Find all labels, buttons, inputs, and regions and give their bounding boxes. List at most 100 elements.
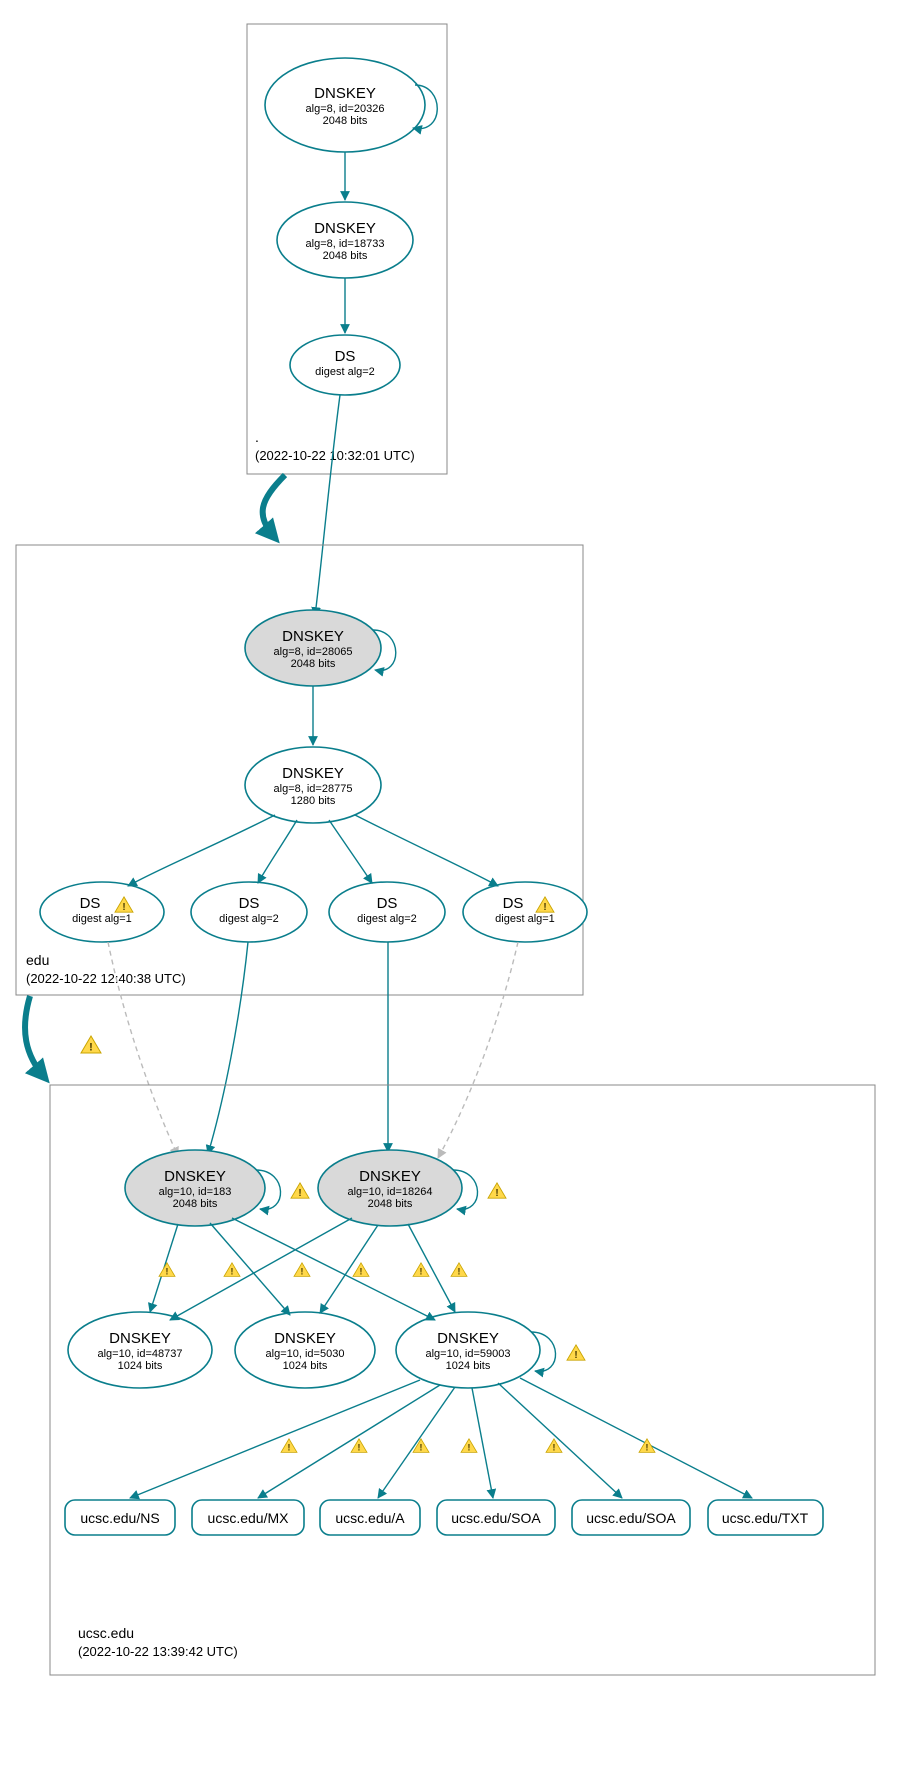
svg-text:2048 bits: 2048 bits: [173, 1198, 218, 1210]
svg-text:DNSKEY: DNSKEY: [437, 1330, 499, 1347]
delegation-arrow: [263, 475, 285, 538]
zone-ucsc-label: ucsc.edu: [78, 1625, 134, 1641]
zone-edu-label: edu: [26, 952, 49, 968]
warning-icon: [567, 1345, 585, 1361]
zone-edu: edu (2022-10-22 12:40:38 UTC) DNSKEY alg…: [16, 545, 587, 995]
node-edu-ds1[interactable]: DS digest alg=1: [40, 882, 164, 942]
svg-text:DS: DS: [503, 895, 524, 912]
edge: [258, 1385, 440, 1498]
node-edu-zsk[interactable]: DNSKEY alg=8, id=28775 1280 bits: [245, 747, 381, 823]
node-ucsc-zsk2[interactable]: DNSKEY alg=10, id=5030 1024 bits: [235, 1312, 375, 1388]
warning-icon: [281, 1439, 297, 1453]
rrset-mx[interactable]: ucsc.edu/MX: [192, 1500, 304, 1535]
rrset-txt[interactable]: ucsc.edu/TXT: [708, 1500, 823, 1535]
edge: [472, 1388, 493, 1498]
svg-text:1024 bits: 1024 bits: [283, 1360, 328, 1372]
edge: [210, 1223, 290, 1315]
svg-text:DNSKEY: DNSKEY: [282, 765, 344, 782]
node-edu-ds2[interactable]: DS digest alg=2: [191, 882, 307, 942]
svg-text:DNSKEY: DNSKEY: [109, 1330, 171, 1347]
warning-icon: [351, 1439, 367, 1453]
edge: [408, 1224, 455, 1312]
node-ucsc-ksk1[interactable]: DNSKEY alg=10, id=183 2048 bits: [125, 1150, 265, 1226]
edge: [232, 1218, 435, 1320]
svg-text:digest alg=1: digest alg=1: [72, 913, 132, 925]
svg-text:digest alg=2: digest alg=2: [219, 913, 279, 925]
svg-text:alg=10, id=18264: alg=10, id=18264: [347, 1186, 432, 1198]
svg-text:alg=10, id=59003: alg=10, id=59003: [425, 1348, 510, 1360]
node-root-ds[interactable]: DS digest alg=2: [290, 335, 400, 395]
warning-icon: [81, 1036, 101, 1054]
rrset-ns[interactable]: ucsc.edu/NS: [65, 1500, 175, 1535]
edge: [208, 942, 248, 1154]
warning-icon: [159, 1263, 175, 1277]
warning-icon: [413, 1439, 429, 1453]
node-ucsc-ksk2[interactable]: DNSKEY alg=10, id=18264 2048 bits: [318, 1150, 462, 1226]
edge: [520, 1378, 752, 1498]
svg-text:ucsc.edu/NS: ucsc.edu/NS: [80, 1510, 159, 1526]
svg-text:DNSKEY: DNSKEY: [359, 1168, 421, 1185]
edge: [355, 815, 498, 886]
node-edu-ds4[interactable]: DS digest alg=1: [463, 882, 587, 942]
rrset-soa2[interactable]: ucsc.edu/SOA: [572, 1500, 690, 1535]
svg-text:ucsc.edu/SOA: ucsc.edu/SOA: [451, 1510, 541, 1526]
svg-text:digest alg=1: digest alg=1: [495, 913, 555, 925]
edge: [378, 1387, 455, 1498]
warning-icon: [451, 1263, 467, 1277]
warning-icon: [413, 1263, 429, 1277]
svg-text:DS: DS: [239, 895, 260, 912]
node-root-ksk[interactable]: DNSKEY alg=8, id=20326 2048 bits: [265, 58, 425, 152]
svg-text:1280 bits: 1280 bits: [291, 795, 336, 807]
zone-ucsc: ucsc.edu (2022-10-22 13:39:42 UTC) DNSKE…: [50, 1085, 875, 1675]
warning-icon: [224, 1263, 240, 1277]
edge: [320, 1225, 378, 1313]
node-edu-ksk[interactable]: DNSKEY alg=8, id=28065 2048 bits: [245, 610, 381, 686]
svg-text:1024 bits: 1024 bits: [446, 1360, 491, 1372]
zone-root-timestamp: (2022-10-22 10:32:01 UTC): [255, 448, 415, 463]
zone-root: . (2022-10-22 10:32:01 UTC) DNSKEY alg=8…: [247, 24, 447, 474]
edge: [258, 820, 297, 883]
svg-text:DS: DS: [335, 348, 356, 365]
node-ucsc-zsk3[interactable]: DNSKEY alg=10, id=59003 1024 bits: [396, 1312, 540, 1388]
svg-text:alg=8, id=28775: alg=8, id=28775: [274, 783, 353, 795]
svg-text:ucsc.edu/TXT: ucsc.edu/TXT: [722, 1510, 809, 1526]
svg-text:alg=10, id=5030: alg=10, id=5030: [266, 1348, 345, 1360]
svg-text:2048 bits: 2048 bits: [368, 1198, 413, 1210]
svg-text:ucsc.edu/SOA: ucsc.edu/SOA: [586, 1510, 676, 1526]
svg-text:DNSKEY: DNSKEY: [314, 220, 376, 237]
warning-icon: [294, 1263, 310, 1277]
svg-text:alg=10, id=48737: alg=10, id=48737: [97, 1348, 182, 1360]
rrset-a[interactable]: ucsc.edu/A: [320, 1500, 420, 1535]
node-root-zsk[interactable]: DNSKEY alg=8, id=18733 2048 bits: [277, 202, 413, 278]
svg-text:alg=10, id=183: alg=10, id=183: [159, 1186, 232, 1198]
zone-ucsc-timestamp: (2022-10-22 13:39:42 UTC): [78, 1644, 238, 1659]
zone-root-label: .: [255, 429, 259, 445]
svg-text:DNSKEY: DNSKEY: [314, 85, 376, 102]
svg-text:DNSKEY: DNSKEY: [282, 628, 344, 645]
node-edu-ds3[interactable]: DS digest alg=2: [329, 882, 445, 942]
edge: [128, 815, 275, 886]
rrset-soa1[interactable]: ucsc.edu/SOA: [437, 1500, 555, 1535]
node-ucsc-zsk1[interactable]: DNSKEY alg=10, id=48737 1024 bits: [68, 1312, 212, 1388]
svg-text:ucsc.edu/MX: ucsc.edu/MX: [208, 1510, 290, 1526]
svg-text:DS: DS: [80, 895, 101, 912]
svg-text:alg=8, id=18733: alg=8, id=18733: [306, 238, 385, 250]
svg-text:2048 bits: 2048 bits: [291, 658, 336, 670]
zone-edu-timestamp: (2022-10-22 12:40:38 UTC): [26, 971, 186, 986]
edge: [498, 1383, 622, 1498]
svg-text:DNSKEY: DNSKEY: [164, 1168, 226, 1185]
svg-text:2048 bits: 2048 bits: [323, 250, 368, 262]
edge: [130, 1380, 420, 1498]
warning-icon: [291, 1183, 309, 1199]
svg-text:ucsc.edu/A: ucsc.edu/A: [335, 1510, 405, 1526]
svg-text:DNSKEY: DNSKEY: [274, 1330, 336, 1347]
edge-dashed: [438, 942, 518, 1158]
svg-text:digest alg=2: digest alg=2: [357, 913, 417, 925]
svg-text:2048 bits: 2048 bits: [323, 115, 368, 127]
warning-icon: [488, 1183, 506, 1199]
edge: [329, 820, 372, 883]
svg-text:DS: DS: [377, 895, 398, 912]
edge: [315, 395, 340, 616]
warning-icon: [353, 1263, 369, 1277]
warning-icon: [461, 1439, 477, 1453]
